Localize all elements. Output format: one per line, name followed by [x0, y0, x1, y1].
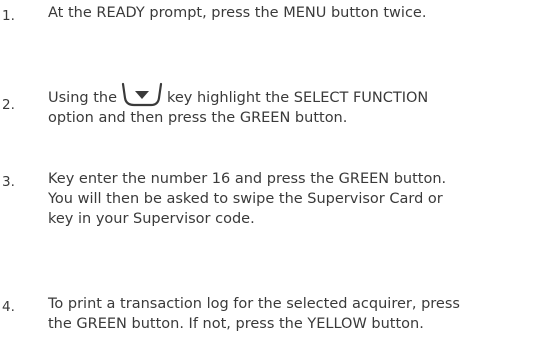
step-text: Using the key highlight the SELECT FUNCTI…	[48, 82, 548, 128]
step-text: Key enter the number 16 and press the GR…	[48, 169, 548, 229]
step-line: the GREEN button. If not, press the YELL…	[48, 316, 424, 332]
step-number: 3.	[2, 174, 15, 190]
step-text: To print a transaction log for the selec…	[48, 294, 548, 334]
step-line: Key enter the number 16 and press the GR…	[48, 171, 447, 187]
step-line: option and then press the GREEN button.	[48, 110, 348, 126]
step-line: To print a transaction log for the selec…	[48, 296, 460, 312]
step-number: 4.	[2, 299, 15, 315]
step-line: key in your Supervisor code.	[48, 211, 255, 227]
step-line: At the READY prompt, press the MENU butt…	[48, 5, 427, 21]
step-number: 1.	[2, 8, 15, 24]
step-text: At the READY prompt, press the MENU butt…	[48, 3, 548, 23]
step-line-end: key highlight the SELECT FUNCTION	[167, 90, 429, 106]
step-line: Using the key highlight the SELECT FUNCTI…	[48, 82, 548, 108]
step-line: You will then be asked to swipe the Supe…	[48, 191, 443, 207]
down-arrow-key-icon	[121, 82, 163, 108]
step-line-start: Using the	[48, 90, 117, 106]
step-number: 2.	[2, 97, 15, 113]
